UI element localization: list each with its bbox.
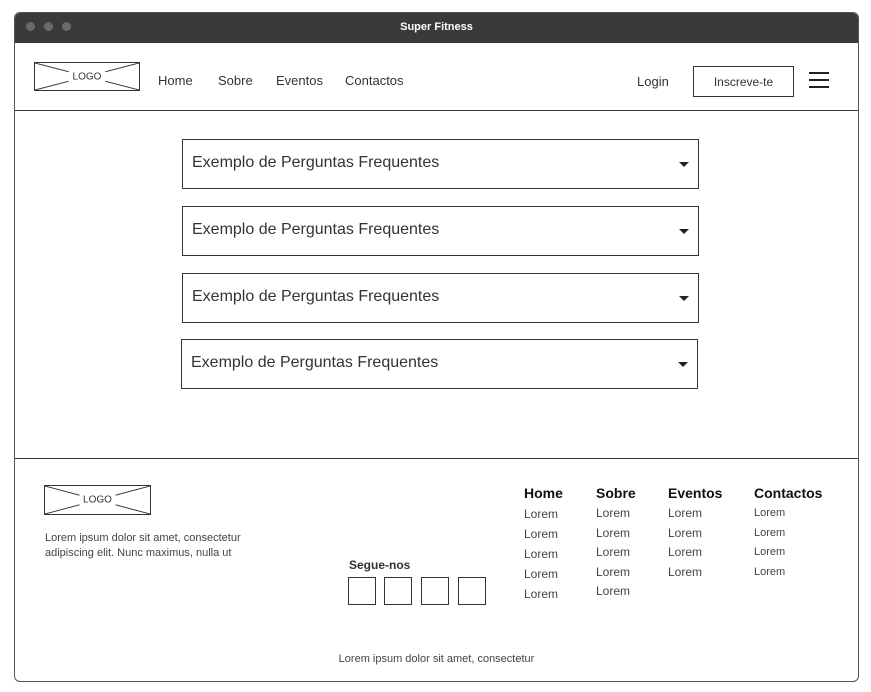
footer-link[interactable]: Lorem: [596, 524, 636, 544]
footer-link[interactable]: Lorem: [596, 563, 636, 583]
footer-link[interactable]: Lorem: [668, 504, 722, 524]
caret-down-icon: [679, 229, 689, 234]
faq-item[interactable]: Exemplo de Perguntas Frequentes: [181, 339, 698, 389]
social-link-3[interactable]: [421, 577, 449, 605]
footer-link[interactable]: Lorem: [754, 504, 822, 524]
site-footer: LOGO Lorem ipsum dolor sit amet, consect…: [15, 458, 858, 681]
nav-sobre[interactable]: Sobre: [218, 73, 253, 88]
site-header: LOGO Home Sobre Eventos Contactos Login …: [15, 43, 858, 111]
footer-description: Lorem ipsum dolor sit amet, consectetur …: [45, 532, 241, 559]
footer-column-title: Home: [524, 485, 563, 501]
footer-link[interactable]: Lorem: [668, 543, 722, 563]
faq-item[interactable]: Exemplo de Perguntas Frequentes: [182, 206, 699, 256]
footer-link[interactable]: Lorem: [668, 524, 722, 544]
caret-down-icon: [679, 296, 689, 301]
footer-column-home: Home Lorem Lorem Lorem Lorem Lorem: [524, 485, 563, 604]
footer-column-sobre: Sobre Lorem Lorem Lorem Lorem Lorem: [596, 485, 636, 602]
nav-home[interactable]: Home: [158, 73, 193, 88]
signup-button[interactable]: Inscreve-te: [693, 66, 794, 97]
footer-link[interactable]: Lorem: [668, 563, 722, 583]
footer-link[interactable]: Lorem: [524, 584, 563, 604]
footer-column-title: Contactos: [754, 485, 823, 501]
faq-question: Exemplo de Perguntas Frequentes: [192, 221, 440, 238]
footer-column-contactos: Contactos Lorem Lorem Lorem Lorem: [754, 485, 822, 582]
footer-link[interactable]: Lorem: [596, 504, 636, 524]
footer-column-title: Eventos: [668, 485, 723, 501]
footer-column-eventos: Eventos Lorem Lorem Lorem Lorem: [668, 485, 722, 582]
footer-link[interactable]: Lorem: [524, 544, 563, 564]
social-link-2[interactable]: [384, 577, 412, 605]
footer-column-title: Sobre: [596, 485, 636, 501]
login-link[interactable]: Login: [637, 74, 669, 89]
footer-copyright: Lorem ipsum dolor sit amet, consectetur: [338, 653, 535, 665]
footer-logo[interactable]: LOGO: [44, 485, 151, 515]
hamburger-menu-icon[interactable]: [809, 72, 829, 88]
caret-down-icon: [678, 362, 688, 367]
window-title: Super Fitness: [400, 21, 473, 33]
faq-question: Exemplo de Perguntas Frequentes: [191, 354, 439, 371]
faq-item[interactable]: Exemplo de Perguntas Frequentes: [182, 273, 699, 323]
footer-link[interactable]: Lorem: [754, 543, 822, 563]
footer-link[interactable]: Lorem: [596, 582, 636, 602]
footer-link[interactable]: Lorem: [524, 524, 563, 544]
title-bar: Super Fitness: [15, 13, 858, 43]
follow-us-title: Segue-nos: [349, 558, 411, 572]
footer-logo-text: LOGO: [79, 494, 116, 506]
faq-item[interactable]: Exemplo de Perguntas Frequentes: [182, 139, 699, 189]
footer-link[interactable]: Lorem: [754, 524, 822, 544]
faq-question: Exemplo de Perguntas Frequentes: [192, 288, 440, 305]
footer-link[interactable]: Lorem: [754, 563, 822, 583]
header-logo[interactable]: LOGO: [34, 62, 140, 91]
social-link-4[interactable]: [458, 577, 486, 605]
browser-window: Super Fitness LOGO Home Sobre Eventos Co…: [14, 12, 859, 682]
nav-contactos[interactable]: Contactos: [345, 73, 404, 88]
social-link-1[interactable]: [348, 577, 376, 605]
caret-down-icon: [679, 162, 689, 167]
nav-eventos[interactable]: Eventos: [276, 73, 323, 88]
faq-question: Exemplo de Perguntas Frequentes: [192, 154, 440, 171]
footer-link[interactable]: Lorem: [524, 564, 563, 584]
footer-link[interactable]: Lorem: [596, 543, 636, 563]
footer-link[interactable]: Lorem: [524, 504, 563, 524]
header-logo-text: LOGO: [68, 71, 106, 82]
